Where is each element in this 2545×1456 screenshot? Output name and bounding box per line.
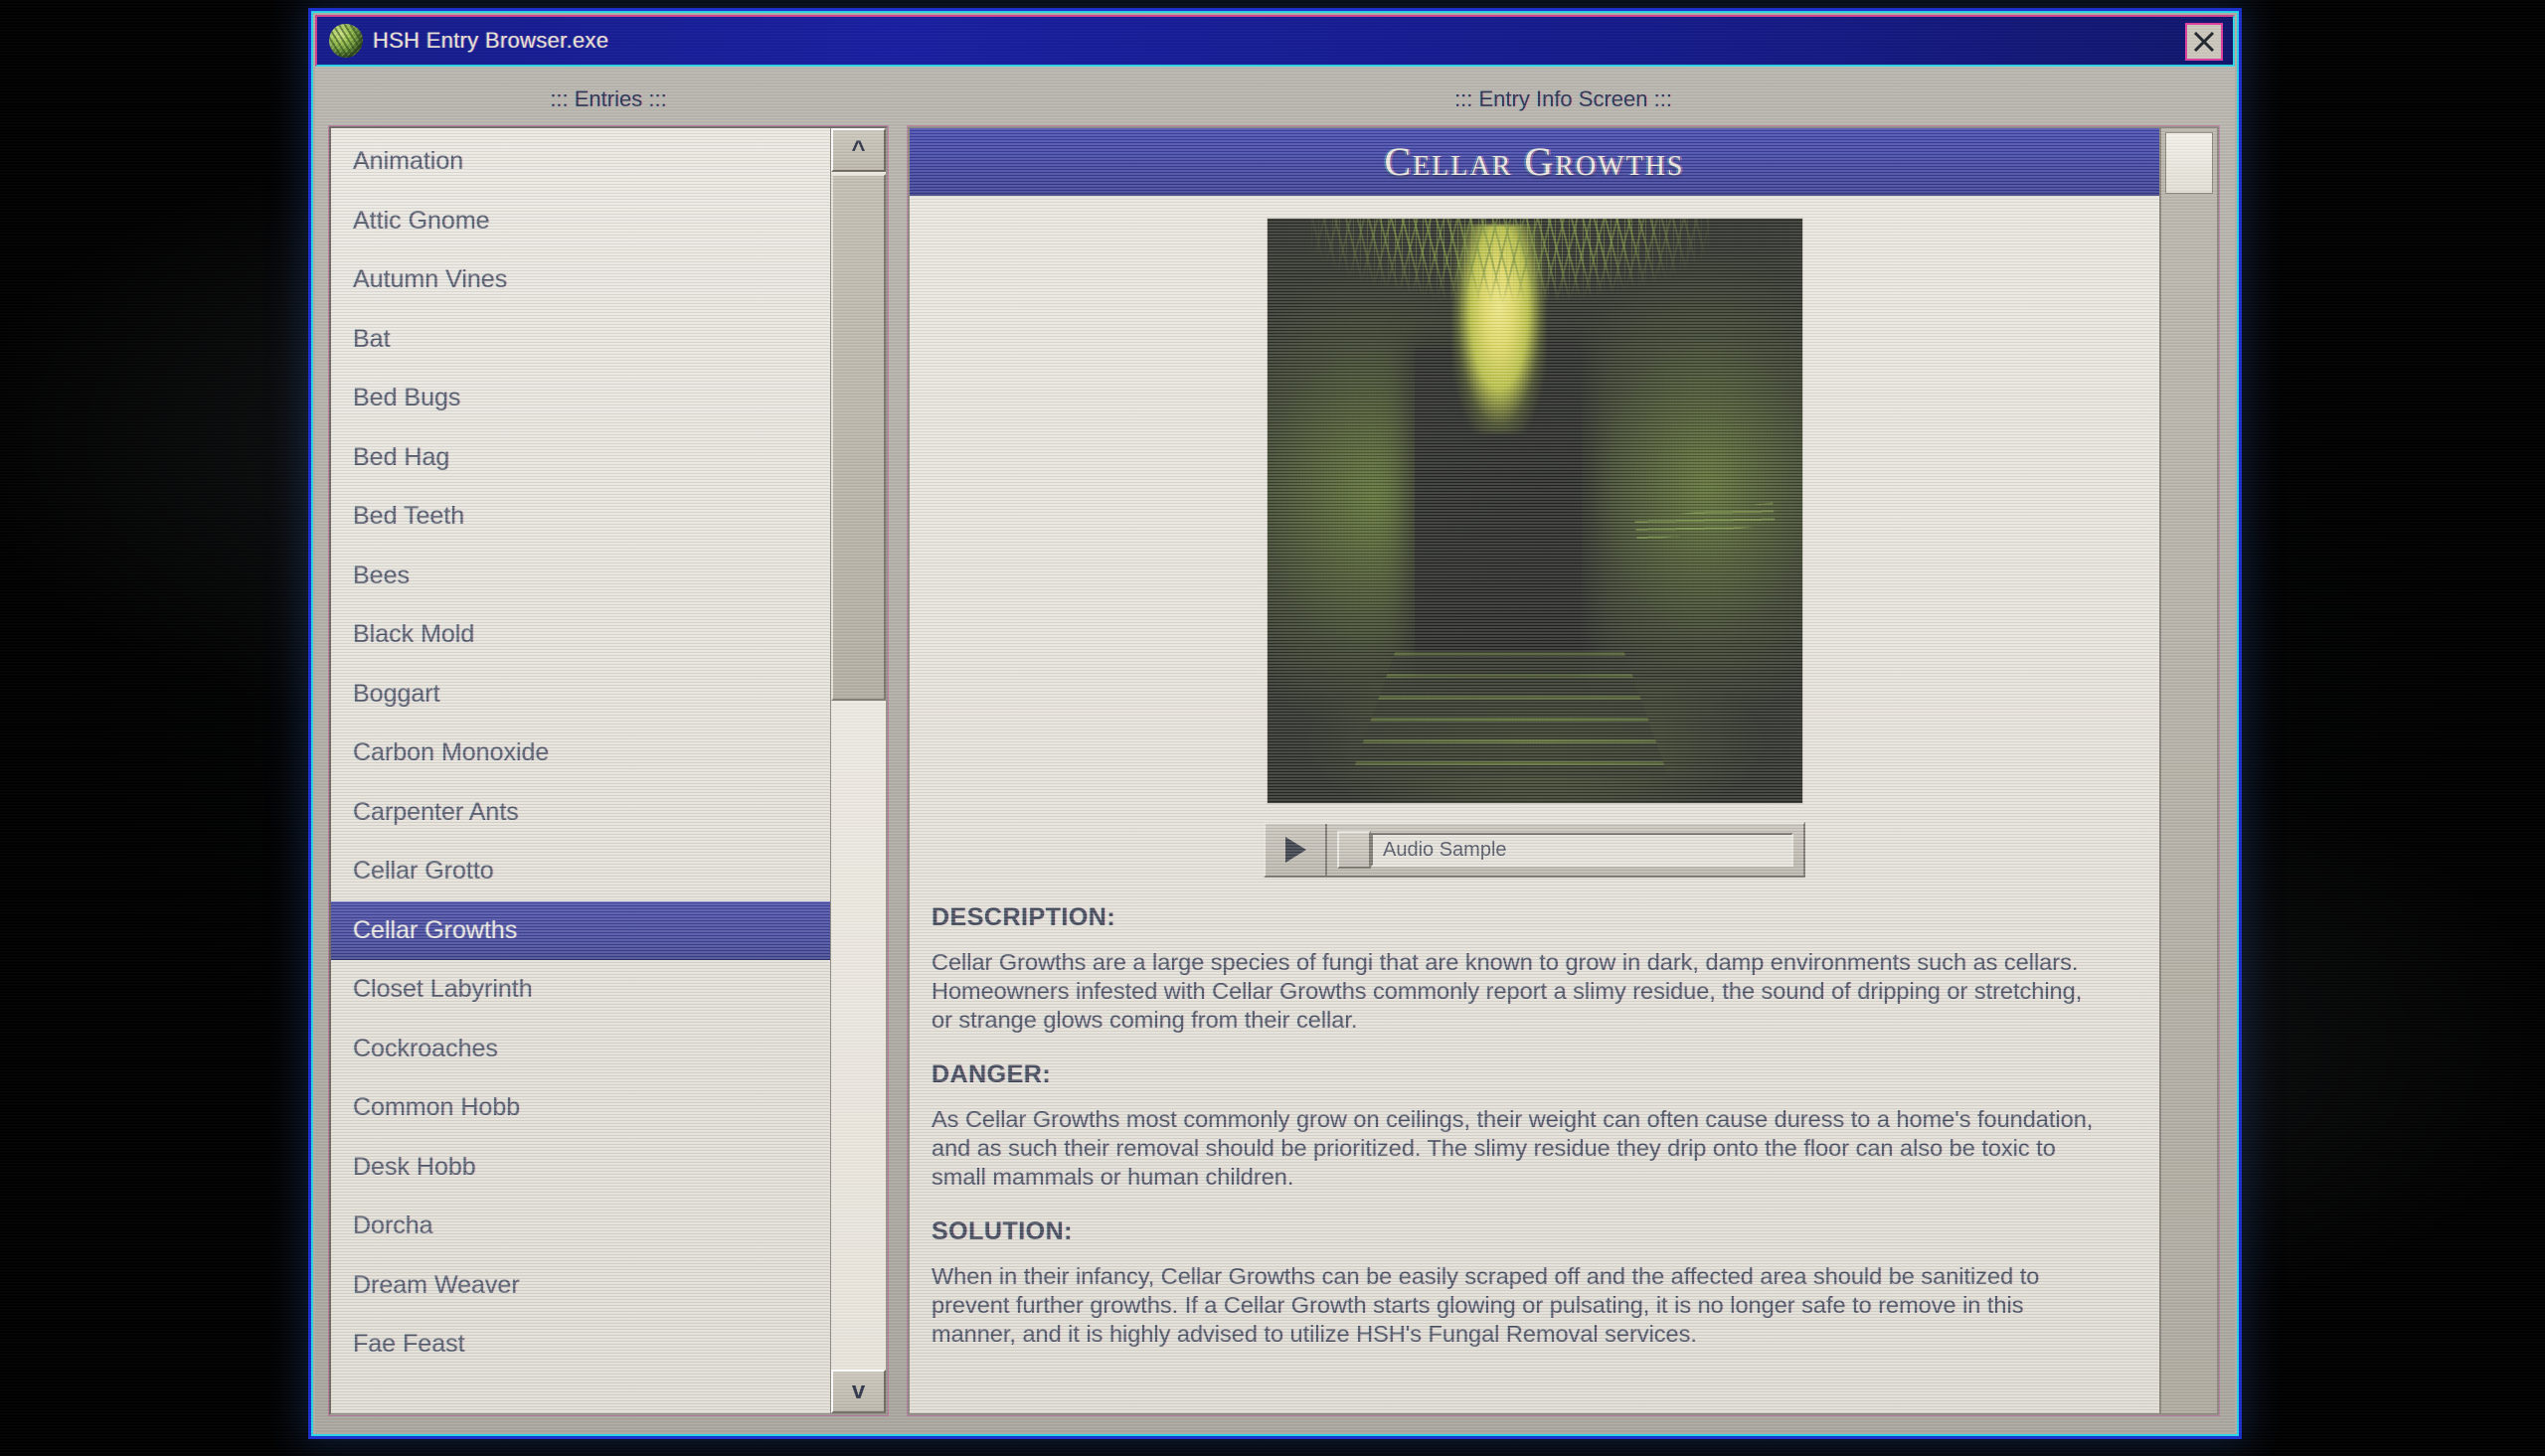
mold-blob-icon	[329, 24, 363, 58]
list-item[interactable]: Desk Hobb	[331, 1138, 830, 1198]
list-item[interactable]: Dorcha	[331, 1197, 830, 1256]
desktop-background: HSH Entry Browser.exe ::: Entries ::: An…	[0, 0, 2545, 1456]
list-item[interactable]: Carpenter Ants	[331, 783, 830, 843]
section-heading: DANGER:	[932, 1060, 1052, 1088]
audio-seek-handle[interactable]	[1337, 831, 1371, 869]
illustration-container	[910, 196, 2159, 804]
entry-info-scroll-area: Cellar Growths Audio Sample DESCRIPTION:…	[910, 128, 2159, 1413]
entries-scroll-up-button[interactable]: ^	[831, 128, 886, 172]
list-item[interactable]: Cockroaches	[331, 1020, 830, 1079]
audio-player-container: Audio Sample	[910, 804, 2159, 878]
list-item[interactable]: Bed Bugs	[331, 369, 830, 428]
entry-info-caption: ::: Entry Info Screen :::	[1454, 86, 1672, 111]
entry-info-scrollbar-thumb[interactable]	[2165, 132, 2213, 194]
entries-list: Animation Attic Gnome Autumn Vines Bat Bed B…	[331, 128, 830, 1413]
entries-scrollbar-thumb[interactable]	[831, 174, 886, 701]
entry-title-banner: Cellar Growths	[910, 128, 2159, 196]
list-item[interactable]: Animation	[331, 132, 830, 192]
list-item[interactable]: Cellar Growths	[331, 900, 830, 960]
entries-scroll-down-button[interactable]: v	[831, 1370, 886, 1413]
section-heading: DESCRIPTION:	[932, 903, 1116, 931]
title-bar[interactable]: HSH Entry Browser.exe	[315, 15, 2235, 67]
list-item[interactable]: Bat	[331, 310, 830, 370]
list-item[interactable]: Bees	[331, 547, 830, 606]
section-body: When in their infancy, Cellar Growths ca…	[932, 1263, 2040, 1347]
section-heading: SOLUTION:	[932, 1217, 1073, 1245]
entries-scrollbar[interactable]: ^ v	[830, 128, 886, 1413]
illustration-film-grain	[1267, 219, 1802, 803]
entries-pane: ::: Entries ::: Animation Attic Gnome Autu…	[315, 67, 902, 1432]
list-item[interactable]: Bed Hag	[331, 428, 830, 488]
entry-info-frame: Cellar Growths Audio Sample DESCRIPTION:…	[908, 126, 2219, 1415]
audio-seek-track[interactable]: Audio Sample	[1337, 830, 1793, 870]
entries-listbox[interactable]: Animation Attic Gnome Autumn Vines Bat Bed B…	[329, 126, 888, 1415]
audio-play-button[interactable]	[1266, 824, 1327, 876]
list-item[interactable]: Attic Gnome	[331, 192, 830, 251]
list-item[interactable]: Closet Labyrinth	[331, 960, 830, 1020]
list-item[interactable]: Black Mold	[331, 605, 830, 665]
list-item[interactable]: Cellar Grotto	[331, 842, 830, 901]
entries-caption: ::: Entries :::	[550, 86, 667, 111]
audio-player: Audio Sample	[1264, 822, 1805, 878]
window-title: HSH Entry Browser.exe	[373, 28, 609, 53]
list-item[interactable]: Autumn Vines	[331, 250, 830, 310]
entry-info-pane: ::: Entry Info Screen ::: Cellar Growths	[902, 67, 2235, 1432]
close-icon	[2193, 31, 2215, 53]
close-button[interactable]	[2185, 23, 2223, 61]
entry-text-sections: DESCRIPTION: Cellar Growths are a large s…	[910, 878, 2159, 1369]
application-window: HSH Entry Browser.exe ::: Entries ::: An…	[308, 8, 2242, 1439]
list-item[interactable]: Carbon Monoxide	[331, 724, 830, 783]
list-item[interactable]: Fae Feast	[331, 1315, 830, 1375]
list-item[interactable]: Bed Teeth	[331, 487, 830, 547]
list-item[interactable]: Boggart	[331, 665, 830, 725]
audio-sample-label: Audio Sample	[1371, 833, 1793, 867]
list-item[interactable]: Common Hobb	[331, 1078, 830, 1138]
list-item[interactable]: Dream Weaver	[331, 1256, 830, 1316]
section-body: Cellar Growths are a large species of fu…	[932, 949, 2083, 1033]
entry-illustration	[1266, 218, 1803, 804]
page-title: Cellar Growths	[1384, 138, 1685, 184]
section-body: As Cellar Growths most commonly grow on …	[932, 1106, 2094, 1190]
play-icon	[1285, 837, 1306, 863]
window-body: ::: Entries ::: Animation Attic Gnome Autu…	[315, 67, 2235, 1432]
entry-info-scrollbar[interactable]	[2159, 128, 2217, 1413]
